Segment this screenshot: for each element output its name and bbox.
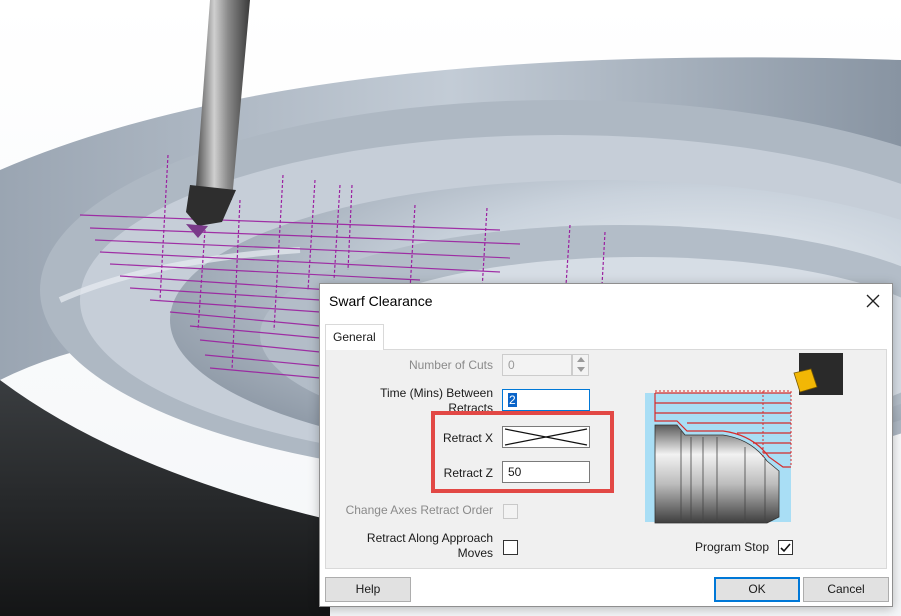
number-of-cuts-value: 0 bbox=[508, 358, 515, 372]
tab-general-label: General bbox=[333, 330, 376, 344]
chevron-down-icon bbox=[576, 367, 585, 372]
program-stop-checkbox[interactable] bbox=[778, 540, 793, 555]
number-of-cuts-input[interactable]: 0 bbox=[502, 354, 572, 376]
retract-x-input[interactable] bbox=[502, 426, 590, 448]
change-axes-retract-order-label: Change Axes Retract Order bbox=[345, 503, 493, 517]
retract-along-approach-moves-checkbox[interactable] bbox=[503, 540, 518, 555]
cross-icon bbox=[504, 428, 588, 446]
program-stop-label: Program Stop bbox=[694, 540, 769, 554]
retract-z-input[interactable]: 50 bbox=[502, 461, 590, 483]
retract-along-approach-moves-label: Retract Along Approach Moves bbox=[366, 531, 493, 560]
retract-x-label: Retract X bbox=[442, 431, 493, 445]
dialog-title: Swarf Clearance bbox=[329, 293, 433, 309]
checkmark-icon bbox=[780, 543, 791, 553]
swarf-clearance-diagram bbox=[645, 353, 843, 524]
close-button[interactable] bbox=[860, 288, 886, 314]
chevron-up-icon bbox=[576, 357, 585, 362]
ok-button[interactable]: OK bbox=[714, 577, 800, 602]
spin-down-button[interactable] bbox=[573, 365, 588, 375]
tab-strip: General bbox=[325, 324, 887, 350]
retract-z-label: Retract Z bbox=[443, 466, 493, 480]
help-button[interactable]: Help bbox=[325, 577, 411, 602]
cancel-button[interactable]: Cancel bbox=[803, 577, 889, 602]
dialog-title-bar: Swarf Clearance bbox=[320, 284, 892, 318]
time-between-retracts-label: Time (Mins) Between Retracts bbox=[380, 386, 493, 412]
spin-up-button[interactable] bbox=[573, 355, 588, 365]
time-between-retracts-input[interactable]: 2 bbox=[502, 389, 590, 411]
time-between-retracts-value: 2 bbox=[508, 393, 517, 407]
tab-general[interactable]: General bbox=[325, 324, 384, 350]
retract-z-value: 50 bbox=[508, 465, 522, 479]
number-of-cuts-label: Number of Cuts bbox=[408, 358, 493, 372]
number-of-cuts-spinner[interactable] bbox=[572, 354, 589, 376]
close-icon bbox=[866, 294, 880, 308]
change-axes-retract-order-checkbox[interactable] bbox=[503, 504, 518, 519]
